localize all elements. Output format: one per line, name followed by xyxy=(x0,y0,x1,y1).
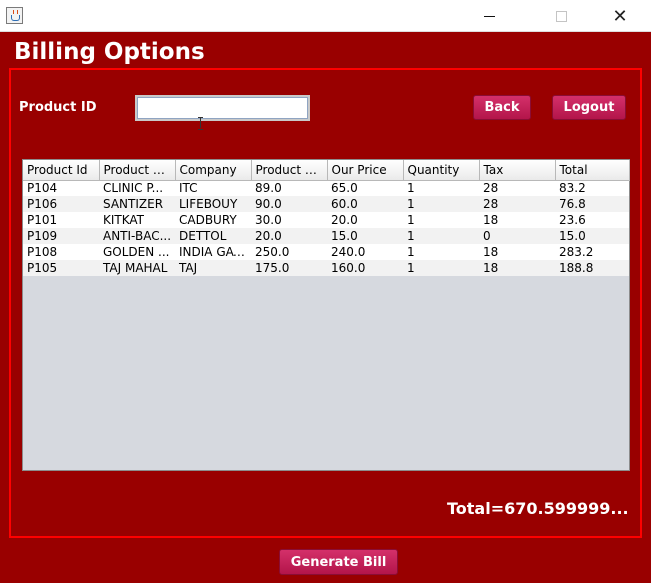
table-cell: 15.0 xyxy=(555,228,629,244)
table-header-row: Product Id Product N... Company Product … xyxy=(23,160,630,181)
table-cell: KITKAT xyxy=(99,212,175,228)
table-cell: P108 xyxy=(23,244,99,260)
table-cell: P109 xyxy=(23,228,99,244)
column-header-product-id[interactable]: Product Id xyxy=(23,160,100,181)
column-header-company[interactable]: Company xyxy=(175,160,252,181)
table-cell: 20.0 xyxy=(251,228,327,244)
table-cell: CLINIC P... xyxy=(99,180,175,196)
table-cell: 28 xyxy=(479,180,555,196)
table-cell: 60.0 xyxy=(327,196,403,212)
table-cell: LIFEBOUY xyxy=(175,196,251,212)
maximize-icon xyxy=(555,10,567,22)
table-cell: ITC xyxy=(175,180,251,196)
close-icon: ✕ xyxy=(612,5,628,27)
column-header-product-price[interactable]: Product Pr... xyxy=(251,160,328,181)
table-cell: 65.0 xyxy=(327,180,403,196)
table-cell: P105 xyxy=(23,260,99,276)
table-cell: 20.0 xyxy=(327,212,403,228)
table-cell: P104 xyxy=(23,180,99,196)
table-cell: SANTIZER xyxy=(99,196,175,212)
table-row[interactable]: P104 CLINIC P... ITC 89.0 65.0 1 28 83.2 xyxy=(23,180,629,196)
logout-button[interactable]: Logout xyxy=(552,95,626,120)
table-cell: 1 xyxy=(403,260,479,276)
table-cell: 160.0 xyxy=(327,260,403,276)
table-cell: 18 xyxy=(479,260,555,276)
column-header-quantity[interactable]: Quantity xyxy=(403,160,480,181)
table-cell: TAJ xyxy=(175,260,251,276)
table-cell: 250.0 xyxy=(251,244,327,260)
table-cell: 188.8 xyxy=(555,260,629,276)
table-row[interactable]: P106 SANTIZER LIFEBOUY 90.0 60.0 1 28 76… xyxy=(23,196,629,212)
table-row[interactable]: P108 GOLDEN ... INDIA GATE 250.0 240.0 1… xyxy=(23,244,629,260)
billing-table[interactable]: Product Id Product N... Company Product … xyxy=(22,159,630,471)
table-cell: 15.0 xyxy=(327,228,403,244)
text-cursor-icon xyxy=(197,117,203,130)
table-cell: 90.0 xyxy=(251,196,327,212)
window-titlebar: ✕ xyxy=(0,0,651,32)
table-cell: P106 xyxy=(23,196,99,212)
page-title: Billing Options xyxy=(14,39,205,65)
table-cell: 30.0 xyxy=(251,212,327,228)
close-button[interactable]: ✕ xyxy=(597,0,643,32)
minimize-icon xyxy=(483,15,495,17)
table-cell: 76.8 xyxy=(555,196,629,212)
grand-total-label: Total=670.599999... xyxy=(447,499,629,518)
table-cell: TAJ MAHAL xyxy=(99,260,175,276)
minimize-button[interactable] xyxy=(466,0,512,32)
product-id-label: Product ID xyxy=(19,100,97,115)
table-cell: DETTOL xyxy=(175,228,251,244)
table-row[interactable]: P101 KITKAT CADBURY 30.0 20.0 1 18 23.6 xyxy=(23,212,629,228)
back-button[interactable]: Back xyxy=(473,95,531,120)
table-row[interactable]: P109 ANTI-BAC... DETTOL 20.0 15.0 1 0 15… xyxy=(23,228,629,244)
table-cell: 1 xyxy=(403,212,479,228)
product-id-input[interactable] xyxy=(135,95,310,121)
table-cell: GOLDEN ... xyxy=(99,244,175,260)
table-cell: 175.0 xyxy=(251,260,327,276)
table-row[interactable]: P105 TAJ MAHAL TAJ 175.0 160.0 1 18 188.… xyxy=(23,260,629,276)
generate-bill-button[interactable]: Generate Bill xyxy=(279,549,398,575)
column-header-product-name[interactable]: Product N... xyxy=(99,160,176,181)
table-cell: INDIA GATE xyxy=(175,244,251,260)
table-cell: 89.0 xyxy=(251,180,327,196)
java-icon xyxy=(6,7,23,24)
table-cell: ANTI-BAC... xyxy=(99,228,175,244)
maximize-button[interactable] xyxy=(538,0,584,32)
table-cell: CADBURY xyxy=(175,212,251,228)
table-cell: 1 xyxy=(403,196,479,212)
table-cell: 1 xyxy=(403,228,479,244)
table-cell: P101 xyxy=(23,212,99,228)
table-cell: 23.6 xyxy=(555,212,629,228)
column-header-total[interactable]: Total xyxy=(555,160,630,181)
table-cell: 28 xyxy=(479,196,555,212)
table-cell: 18 xyxy=(479,212,555,228)
table-cell: 1 xyxy=(403,244,479,260)
table-cell: 240.0 xyxy=(327,244,403,260)
table-cell: 283.2 xyxy=(555,244,629,260)
table-cell: 0 xyxy=(479,228,555,244)
column-header-our-price[interactable]: Our Price xyxy=(327,160,404,181)
table-cell: 18 xyxy=(479,244,555,260)
table-cell: 1 xyxy=(403,180,479,196)
column-header-tax[interactable]: Tax xyxy=(479,160,556,181)
table-cell: 83.2 xyxy=(555,180,629,196)
